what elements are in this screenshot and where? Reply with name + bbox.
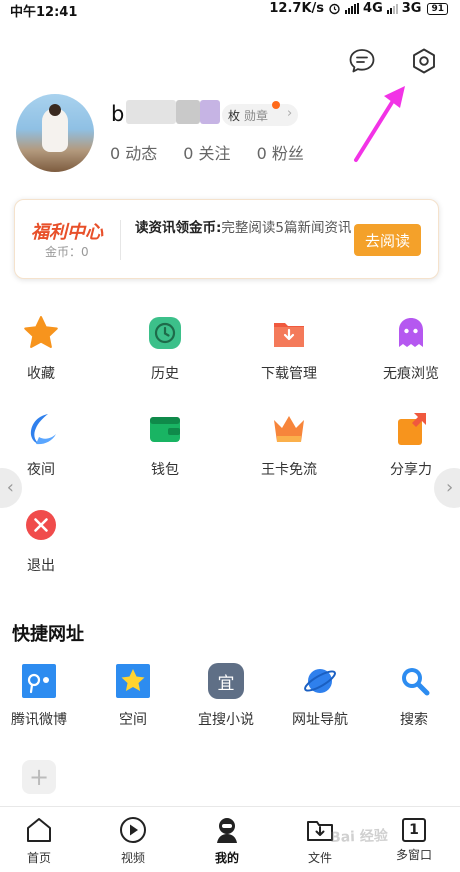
crown-icon [274, 416, 304, 442]
site-tencent-weibo[interactable]: 腾讯微博 [0, 663, 84, 729]
grid-label: 王卡免流 [261, 462, 317, 478]
grid-item-night-mode[interactable]: 夜间 [0, 410, 86, 479]
chevron-right-icon: › [287, 106, 293, 121]
grid-item-share[interactable]: 分享力 [366, 410, 456, 479]
annotation-arrow [354, 86, 405, 162]
stat-following[interactable]: 0 关注 [183, 140, 230, 164]
site-label: 网址导航 [292, 712, 348, 728]
section-title: 快捷网址 [12, 624, 84, 645]
grid-item-king-card[interactable]: 王卡免流 [244, 410, 334, 479]
next-page-button[interactable]: › [434, 468, 460, 508]
bottom-nav: 首页 视频 我的 文件 1 多窗口 [0, 806, 460, 872]
network-2: 3G [401, 1, 422, 16]
watermark: Bai 经验 [329, 827, 389, 847]
nav-windows[interactable]: 1 多窗口 [379, 815, 449, 863]
signal-icon [345, 3, 360, 14]
stat-posts[interactable]: 0 动态 [110, 140, 157, 164]
username[interactable]: b [111, 102, 124, 126]
nav-label: 视频 [120, 851, 145, 865]
nav-video[interactable]: 视频 [98, 815, 168, 866]
nav-label: 多窗口 [395, 848, 432, 862]
grid-item-history[interactable]: 历史 [120, 314, 210, 383]
grid-item-incognito[interactable]: 无痕浏览 [366, 314, 456, 383]
medal-count-unit: 枚 [228, 108, 241, 123]
weibo-icon [22, 664, 56, 698]
grid-label: 钱包 [151, 462, 179, 478]
medal-label: 勋章 [244, 108, 269, 123]
nav-home[interactable]: 首页 [4, 815, 74, 866]
welfare-desc-strong: 读资讯领金币: [135, 220, 222, 236]
site-label: 搜索 [400, 712, 428, 728]
search-icon [402, 668, 430, 696]
blurred-username [126, 100, 176, 124]
add-site-button[interactable]: + [22, 760, 56, 794]
moon-icon [30, 414, 56, 445]
gear-hexagon-icon [413, 48, 435, 74]
message-button[interactable] [347, 46, 377, 76]
grid-item-favorites[interactable]: 收藏 [0, 314, 86, 383]
site-label: 空间 [119, 712, 147, 728]
signal-icon-2 [386, 3, 398, 14]
grid-label: 收藏 [27, 366, 55, 382]
qzone-icon [116, 664, 150, 698]
grid-item-wallet[interactable]: 钱包 [120, 410, 210, 479]
blurred-username-2 [176, 100, 200, 124]
grid-item-downloads[interactable]: 下载管理 [244, 314, 334, 383]
network-1: 4G [363, 1, 383, 16]
settings-button[interactable] [409, 46, 439, 76]
site-search[interactable]: 搜索 [369, 663, 459, 729]
net-speed: 12.7K/s [269, 1, 325, 16]
divider [120, 220, 121, 260]
clock-icon [149, 317, 181, 349]
battery-icon: 91 [427, 2, 448, 15]
grid-label: 下载管理 [261, 366, 317, 382]
window-count-icon: 1 [402, 818, 426, 842]
avatar[interactable] [16, 94, 94, 172]
welfare-desc-text: 完整阅读5篇新闻资讯 [221, 220, 352, 236]
welfare-coins: 金币：0 [45, 245, 89, 259]
chevron-left-icon: ‹ [6, 477, 14, 498]
star-icon [24, 316, 58, 348]
stat-followers[interactable]: 0 粉丝 [257, 140, 304, 164]
notification-dot [272, 101, 280, 109]
status-indicators: 12.7K/s 4G 3G 91 [269, 1, 448, 16]
site-yisou-novel[interactable]: 宜 宜搜小说 [181, 663, 271, 729]
exit-icon [26, 510, 56, 540]
chat-bubble-icon [349, 49, 375, 73]
welfare-title: 福利中心 [31, 222, 103, 243]
site-label: 腾讯微博 [11, 712, 67, 728]
go-read-button[interactable]: 去阅读 [354, 224, 421, 256]
nav-label: 首页 [26, 851, 51, 865]
site-qzone[interactable]: 空间 [88, 663, 178, 729]
share-icon [398, 413, 426, 445]
planet-icon [304, 669, 336, 693]
blurred-username-3 [200, 100, 220, 124]
nav-mine[interactable]: 我的 [192, 815, 262, 866]
grid-label: 退出 [27, 558, 55, 574]
yisou-icon: 宜 [208, 663, 244, 699]
alarm-icon [329, 3, 340, 15]
home-icon [27, 818, 51, 842]
welfare-card[interactable]: 福利中心 金币：0 读资讯领金币:完整阅读5篇新闻资讯 去阅读 [14, 199, 439, 279]
status-bar: 中午12:41 12.7K/s 4G 3G 91 [0, 0, 460, 20]
site-web-nav[interactable]: 网址导航 [275, 663, 365, 729]
ghost-icon [399, 318, 423, 347]
download-folder-icon [274, 323, 304, 347]
profile-stats: 0 动态 0 关注 0 粉丝 [110, 140, 304, 164]
chevron-right-icon: › [446, 477, 454, 498]
grid-label: 无痕浏览 [383, 366, 439, 382]
welfare-description: 读资讯领金币:完整阅读5篇新闻资讯 [135, 218, 353, 239]
plus-icon: + [28, 763, 50, 791]
grid-label: 历史 [151, 366, 179, 382]
wallet-icon [150, 417, 180, 442]
nav-label: 文件 [307, 851, 332, 865]
nav-label: 我的 [214, 851, 239, 865]
status-time: 中午12:41 [10, 5, 78, 20]
grid-item-exit[interactable]: 退出 [0, 506, 86, 575]
site-label: 宜搜小说 [198, 712, 254, 728]
play-icon [120, 817, 146, 843]
user-icon [217, 818, 237, 843]
